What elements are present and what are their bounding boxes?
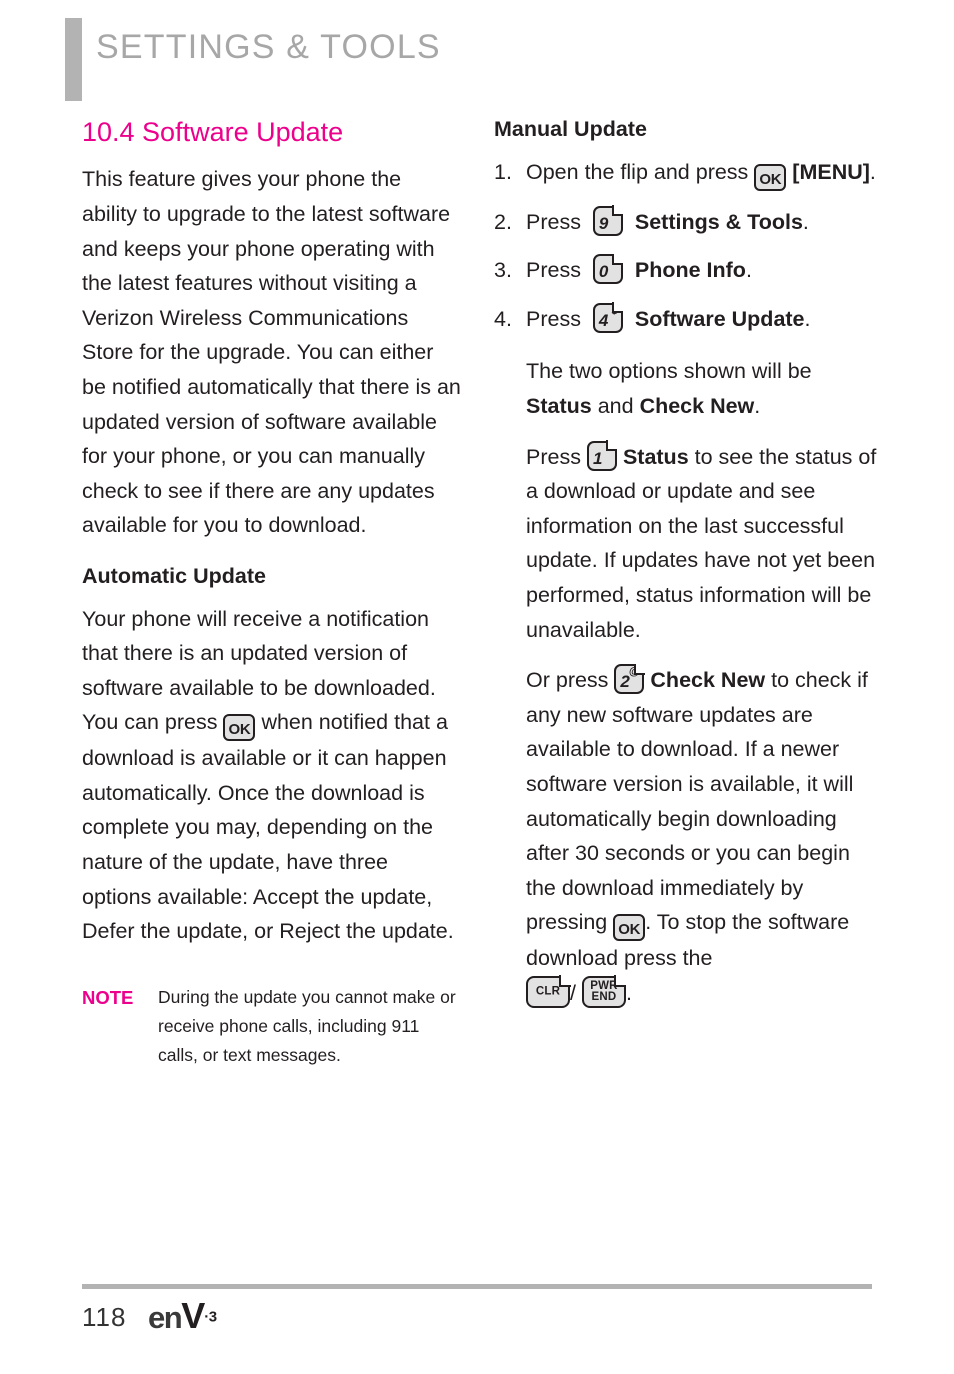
right-column: Manual Update 1. Open the flip and press … [494, 108, 880, 1026]
options-intro: The two options shown will be [526, 359, 812, 384]
logo-en-text: en [148, 1300, 183, 1335]
numeric-key-0-icon: 0’ [592, 254, 623, 285]
options-paragraph: The two options shown will be Status and… [526, 354, 880, 423]
step-text-3-after: . [745, 258, 752, 283]
step-text-1-after: . [869, 159, 876, 184]
check-text-mid: to check if any new software updates are… [526, 668, 868, 935]
page-footer: 118 enV·3 [82, 1295, 872, 1355]
check-new-paragraph: Or press 2 @ Check New to check if any ne… [526, 663, 880, 1010]
note-text: During the update you cannot make or rec… [158, 986, 456, 1065]
step-text-3-before: Press [526, 258, 581, 283]
section-title: 10.4 Software Update [82, 117, 344, 147]
option-status-bold: Status [526, 393, 592, 418]
logo-v-text: V [181, 1295, 205, 1336]
key-separator: / [570, 980, 576, 1005]
step-item-3: 3. Press 0’ Phone Info. [494, 253, 880, 288]
options-conjunction: and [597, 393, 634, 418]
env3-logo: enV·3 [148, 1295, 217, 1336]
pwr-end-key-label: PWR END [584, 980, 624, 1003]
pwr-end-key-icon: PWR END [581, 975, 627, 1008]
numeric-key-digit: 4 [598, 310, 609, 330]
final-period: . [625, 980, 632, 1005]
check-bold: Check New [650, 668, 766, 693]
step-item-4: 4. Press 4 $ Software Update. [494, 302, 880, 337]
status-bold: Status [622, 444, 689, 469]
status-paragraph: Press 1’ Status to see the status of a d… [526, 440, 880, 648]
numeric-key-4-icon: 4 $ [592, 302, 623, 333]
step-item-1: 1. Open the flip and press OK [MENU]. [494, 155, 880, 191]
numeric-key-superscript: $ [611, 304, 618, 317]
numeric-key-superscript: ’ [614, 256, 618, 269]
numeric-key-superscript: @ [628, 666, 640, 679]
intro-paragraph: This feature gives your phone the abilit… [82, 167, 461, 538]
step-bold-1: [MENU] [792, 159, 870, 184]
check-text-before: Or press [526, 668, 609, 693]
footer-divider [82, 1284, 872, 1289]
numeric-key-superscript: ‘ [614, 207, 618, 220]
numeric-key-digit: 0 [598, 262, 609, 282]
step-text-4-before: Press [526, 306, 581, 331]
ok-key-icon: OK [223, 714, 256, 742]
step-bold-3: Phone Info [634, 258, 746, 283]
ok-key-icon: OK [613, 914, 646, 942]
numeric-key-9-icon: 9 ‘ [592, 205, 623, 236]
page-header: SETTINGS & TOOLS [0, 0, 954, 108]
pwr-end-line2: END [591, 990, 617, 1003]
manual-update-steps: 1. Open the flip and press OK [MENU]. 2. P… [494, 155, 880, 337]
note-label: NOTE [82, 986, 134, 1008]
header-accent-bar [65, 18, 82, 101]
status-text-before: Press [526, 444, 581, 469]
step-number-2: 2. [494, 209, 512, 234]
automatic-update-paragraph: Your phone will receive a notification t… [82, 602, 462, 949]
step-number-1: 1. [494, 159, 512, 184]
status-text-after: to see the status of a download or updat… [526, 444, 877, 642]
step-number-3: 3. [494, 258, 512, 283]
step-bold-2: Settings & Tools [634, 209, 803, 234]
logo-superscript: ·3 [204, 1308, 217, 1326]
clr-key-icon: CLR [526, 975, 571, 1008]
page-header-title: SETTINGS & TOOLS [96, 28, 441, 66]
automatic-update-heading: Automatic Update [82, 563, 266, 588]
clr-key-label: CLR [535, 985, 561, 998]
step-text-2-after: . [802, 209, 809, 234]
step-number-4: 4. [494, 306, 512, 331]
option-checknew-bold: Check New [639, 393, 755, 418]
step-item-2: 2. Press 9 ‘ Settings & Tools. [494, 205, 880, 240]
numeric-key-superscript: ’ [608, 442, 612, 455]
numeric-key-1-icon: 1’ [586, 440, 617, 471]
numeric-key-digit: 1 [592, 448, 603, 468]
ok-key-icon: OK [754, 163, 787, 191]
automatic-update-text-part2: when notified that a download is availab… [82, 710, 454, 944]
step-text-4-after: . [804, 306, 811, 331]
numeric-key-2-icon: 2 @ [614, 664, 645, 695]
step-text-2-before: Press [526, 209, 581, 234]
step-bold-4: Software Update [634, 306, 805, 331]
numeric-key-digit: 9 [598, 213, 609, 233]
step-text-1-before: Open the flip and press [526, 159, 749, 184]
manual-update-heading: Manual Update [494, 117, 647, 141]
left-column: 10.4 Software Update This feature gives … [82, 108, 462, 1070]
page-number: 118 [82, 1302, 127, 1332]
note-block: NOTE During the update you cannot make o… [82, 983, 462, 1070]
options-period: . [754, 393, 761, 418]
